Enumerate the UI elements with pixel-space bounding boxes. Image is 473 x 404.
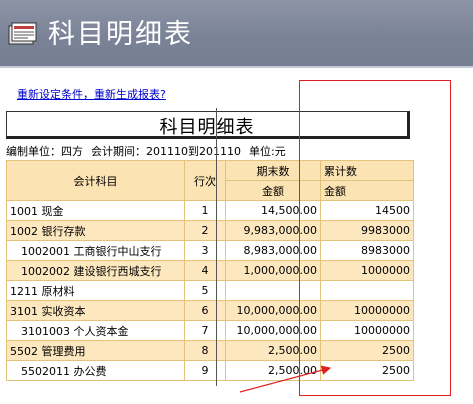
seq-cell: 9 <box>184 360 226 381</box>
period-end-cell: 10,000,000.00 <box>225 300 321 321</box>
header-amount-cum: 金额 <box>320 180 414 201</box>
table-row: 5502011 办公费 9 2,500.00 2500 <box>6 360 414 381</box>
account-cell: 5502011 办公费 <box>6 360 185 381</box>
seq-cell: 6 <box>184 300 226 321</box>
table-row: 1001 现金 1 14,500.00 14500 <box>6 200 414 221</box>
cumulative-cell: 2500 <box>320 360 414 381</box>
seq-cell: 1 <box>184 200 226 221</box>
table-row: 5502 管理费用 8 2,500.00 2500 <box>6 340 414 361</box>
period-end-cell: 2,500.00 <box>225 360 321 381</box>
table-row: 3101003 个人资本金 7 10,000,000.00 10000000 <box>6 320 414 341</box>
header-cumulative: 累计数 <box>320 160 414 181</box>
cumulative-cell <box>320 280 414 301</box>
currency-label: 单位:元 <box>248 145 286 158</box>
cumulative-cell: 10000000 <box>320 320 414 341</box>
report-icon <box>8 22 37 45</box>
report-title-box: 科目明细表 <box>6 111 410 139</box>
table-row: 1211 原材料 5 <box>6 280 414 301</box>
cumulative-cell: 8983000 <box>320 240 414 261</box>
period-end-cell <box>225 280 321 301</box>
table-row: 1002002 建设银行西城支行 4 1,000,000.00 1000000 <box>6 260 414 281</box>
cumulative-cell: 14500 <box>320 200 414 221</box>
header-account: 会计科目 <box>6 160 185 201</box>
account-cell: 5502 管理费用 <box>6 340 185 361</box>
period-end-cell: 10,000,000.00 <box>225 320 321 341</box>
seq-cell: 8 <box>184 340 226 361</box>
seq-cell: 4 <box>184 260 226 281</box>
seq-cell: 3 <box>184 240 226 261</box>
table-row: 3101 实收资本 6 10,000,000.00 10000000 <box>6 300 414 321</box>
detail-table: 会计科目 行次 期末数 累计数 金额 金额 1001 现金 1 14,500.00 1… <box>6 160 414 381</box>
period-end-cell: 14,500.00 <box>225 200 321 221</box>
account-cell: 1002 银行存款 <box>6 220 185 241</box>
reset-conditions-link[interactable]: 重新设定条件，重新生成报表? <box>17 86 166 102</box>
cumulative-cell: 1000000 <box>320 260 414 281</box>
header-amount-end: 金额 <box>225 180 321 201</box>
account-cell: 3101003 个人资本金 <box>6 320 185 341</box>
cumulative-cell: 2500 <box>320 340 414 361</box>
divider <box>0 66 473 68</box>
period-end-cell: 8,983,000.00 <box>225 240 321 261</box>
window-title: 科目明细表 <box>48 19 193 50</box>
report-meta: 编制单位：四方 会计期间：201110到201110 单位:元 <box>6 143 294 159</box>
account-cell: 3101 实收资本 <box>6 300 185 321</box>
divider-line <box>216 108 217 386</box>
cumulative-cell: 9983000 <box>320 220 414 241</box>
table-header-row: 会计科目 行次 期末数 累计数 <box>6 160 414 201</box>
seq-cell: 5 <box>184 280 226 301</box>
title-bar: 科目明细表 <box>0 0 473 66</box>
account-cell: 1001 现金 <box>6 200 185 221</box>
seq-cell: 2 <box>184 220 226 241</box>
period-end-cell: 2,500.00 <box>225 340 321 361</box>
table-row: 1002001 工商银行中山支行 3 8,983,000.00 8983000 <box>6 240 414 261</box>
account-cell: 1211 原材料 <box>6 280 185 301</box>
period-end-cell: 9,983,000.00 <box>225 220 321 241</box>
period-end-cell: 1,000,000.00 <box>225 260 321 281</box>
header-seq: 行次 <box>184 160 226 201</box>
account-cell: 1002002 建设银行西城支行 <box>6 260 185 281</box>
seq-cell: 7 <box>184 320 226 341</box>
report-title: 科目明细表 <box>159 117 255 138</box>
table-row: 1002 银行存款 2 9,983,000.00 9983000 <box>6 220 414 241</box>
period-label: 会计期间：201110到201110 <box>91 145 241 158</box>
header-period-end: 期末数 <box>225 160 321 181</box>
cumulative-cell: 10000000 <box>320 300 414 321</box>
unit-label: 编制单位：四方 <box>6 145 83 158</box>
account-cell: 1002001 工商银行中山支行 <box>6 240 185 261</box>
